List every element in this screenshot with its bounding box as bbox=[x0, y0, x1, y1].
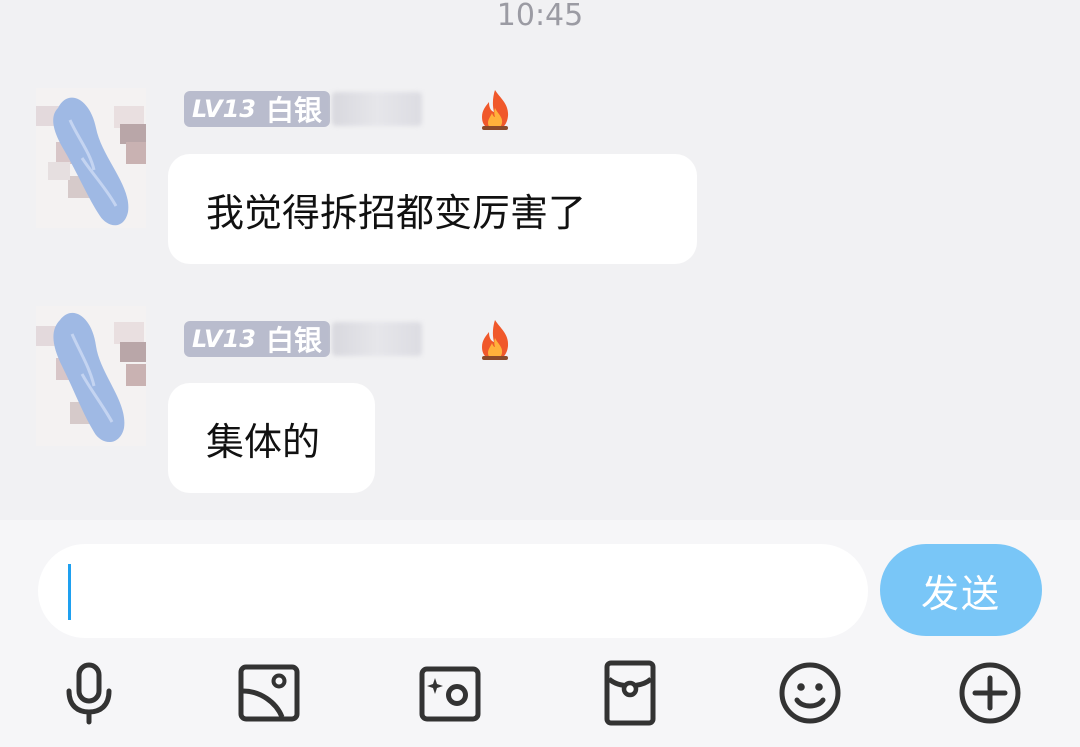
message-input[interactable] bbox=[38, 544, 868, 638]
rank-label: 白银 bbox=[265, 324, 322, 357]
message-bubble[interactable]: 我觉得拆招都变厉害了 bbox=[168, 154, 697, 264]
emoji-icon bbox=[779, 662, 841, 724]
timestamp: 10:45 bbox=[496, 0, 584, 33]
send-button[interactable]: 发送 bbox=[880, 544, 1042, 636]
avatar[interactable] bbox=[30, 306, 148, 446]
message-bubble[interactable]: 集体的 bbox=[168, 383, 375, 493]
level-label: LV13 bbox=[192, 95, 256, 123]
red-packet-icon bbox=[604, 660, 656, 726]
level-label: LV13 bbox=[192, 325, 256, 353]
voice-button[interactable] bbox=[54, 658, 124, 728]
emoji-button[interactable] bbox=[775, 658, 845, 728]
sender-meta: LV13 白银 bbox=[184, 90, 422, 128]
message-text: 集体的 bbox=[206, 419, 321, 464]
level-badge: LV13 白银 bbox=[184, 91, 330, 127]
plus-icon bbox=[959, 662, 1021, 724]
composer: 发送 bbox=[0, 520, 1080, 747]
gallery-button[interactable] bbox=[234, 658, 304, 728]
fire-icon bbox=[482, 320, 509, 360]
sender-meta: LV13 白银 bbox=[184, 320, 422, 358]
fire-icon bbox=[482, 90, 509, 130]
composer-toolbar bbox=[0, 658, 1080, 728]
red-packet-button[interactable] bbox=[595, 658, 665, 728]
more-button[interactable] bbox=[955, 658, 1025, 728]
image-icon bbox=[238, 664, 300, 722]
camera-button[interactable] bbox=[415, 658, 485, 728]
rank-label: 白银 bbox=[265, 94, 322, 127]
sender-name-blurred bbox=[331, 92, 422, 126]
level-badge: LV13 白银 bbox=[184, 321, 330, 357]
message-text: 我觉得拆招都变厉害了 bbox=[206, 190, 587, 235]
microphone-icon bbox=[66, 662, 112, 725]
sender-name-blurred bbox=[331, 322, 422, 356]
camera-icon bbox=[419, 666, 481, 722]
text-caret bbox=[68, 564, 71, 620]
avatar[interactable] bbox=[30, 88, 148, 228]
